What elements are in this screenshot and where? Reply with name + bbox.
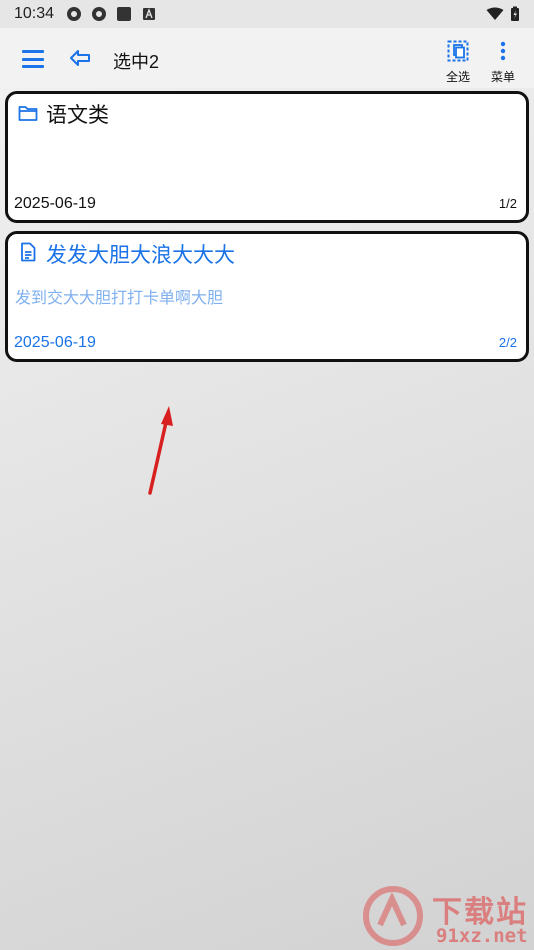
watermark-logo — [363, 886, 423, 946]
select-all-button[interactable]: 全选 — [438, 40, 478, 85]
status-time: 10:34 — [14, 5, 55, 22]
page-title: 选中2 — [113, 52, 160, 72]
select-all-label: 全选 — [445, 70, 470, 84]
aperture-icon — [92, 7, 107, 21]
status-bar: 10:34 — [0, 0, 534, 28]
folder-icon — [18, 106, 38, 121]
aperture-icon — [67, 7, 82, 21]
list-item-document[interactable]: 发发大胆大浪大大大 发到交大大胆打打卡单啊大胆 2025-06-19 2/2 — [5, 231, 529, 362]
watermark: 下载站 91xz.net — [362, 885, 534, 950]
item-title: 语文类 — [46, 103, 109, 127]
item-date: 2025-06-19 — [14, 334, 96, 351]
watermark-bottom: 91xz.net — [436, 925, 528, 947]
more-vertical-icon — [500, 41, 506, 61]
hamburger-menu-icon[interactable] — [22, 50, 44, 68]
select-all-icon — [447, 40, 469, 62]
item-body: 发到交大大胆打打卡单啊大胆 — [15, 288, 224, 307]
item-title: 发发大胆大浪大大大 — [46, 243, 235, 267]
list-item-folder[interactable]: 语文类 2025-06-19 1/2 — [5, 91, 529, 223]
wifi-icon — [486, 7, 504, 20]
item-date: 2025-06-19 — [14, 195, 96, 212]
menu-button[interactable]: 菜单 — [483, 40, 523, 85]
keyboard-a-icon — [143, 8, 156, 20]
annotation-arrow — [148, 406, 173, 495]
back-arrow-icon[interactable] — [68, 46, 92, 70]
item-count: 2/2 — [498, 335, 517, 350]
menu-label: 菜单 — [490, 70, 515, 84]
square-icon — [117, 7, 132, 21]
item-count: 1/2 — [498, 196, 517, 211]
battery-icon — [511, 6, 519, 21]
app-bar: 选中2 全选 菜单 — [0, 28, 534, 88]
document-icon — [21, 242, 36, 262]
